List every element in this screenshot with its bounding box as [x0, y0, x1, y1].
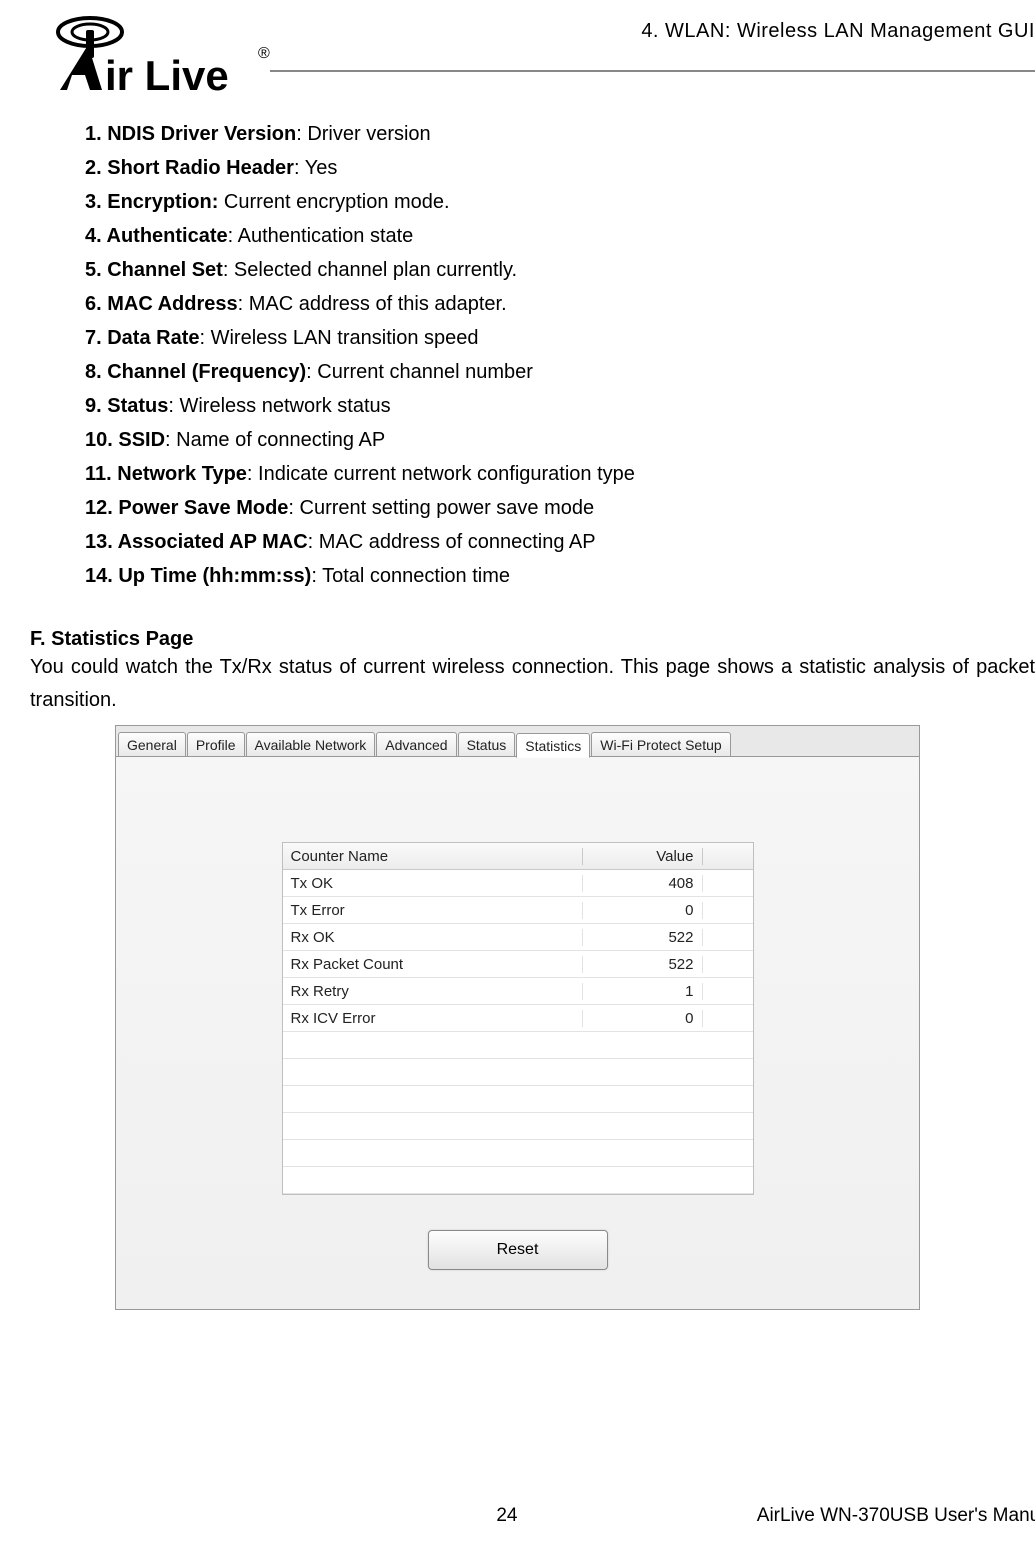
grid-row[interactable]: Rx Packet Count522: [283, 951, 753, 978]
tab-profile[interactable]: Profile: [187, 732, 245, 756]
grid-row[interactable]: Rx Retry1: [283, 978, 753, 1005]
definition-term: 11. Network Type: [85, 463, 247, 485]
definition-item: 8. Channel (Frequency): Current channel …: [85, 355, 1035, 389]
tab-status[interactable]: Status: [458, 732, 516, 756]
definition-item: 10. SSID: Name of connecting AP: [85, 423, 1035, 457]
counter-value: 522: [583, 929, 703, 946]
tab-general[interactable]: General: [118, 732, 186, 756]
definition-item: 2. Short Radio Header: Yes: [85, 151, 1035, 185]
definition-desc: : Wireless network status: [168, 395, 390, 417]
definition-desc: : MAC address of connecting AP: [308, 531, 596, 553]
definition-desc: : Selected channel plan currently.: [223, 259, 517, 281]
grid-row-empty: [283, 1113, 753, 1140]
grid-row[interactable]: Tx Error0: [283, 897, 753, 924]
definition-item: 14. Up Time (hh:mm:ss): Total connection…: [85, 559, 1035, 593]
grid-row-empty: [283, 1167, 753, 1194]
grid-row-empty: [283, 1059, 753, 1086]
reset-button[interactable]: Reset: [428, 1230, 608, 1270]
chapter-title: 4. WLAN: Wireless LAN Management GUI: [641, 10, 1035, 43]
definition-item: 5. Channel Set: Selected channel plan cu…: [85, 253, 1035, 287]
definition-item: 9. Status: Wireless network status: [85, 389, 1035, 423]
airlive-logo: ir Live ®: [30, 10, 270, 100]
grid-row-empty: [283, 1140, 753, 1167]
manual-title: AirLive WN-370USB User's Manual: [538, 1505, 1035, 1527]
definition-term: 4. Authenticate: [85, 225, 228, 247]
tab-advanced[interactable]: Advanced: [376, 732, 456, 756]
definition-item: 11. Network Type: Indicate current netwo…: [85, 457, 1035, 491]
definition-desc: : Name of connecting AP: [165, 429, 385, 451]
grid-row-empty: [283, 1032, 753, 1059]
definition-desc: : Total connection time: [311, 565, 510, 587]
section-paragraph: You could watch the Tx/Rx status of curr…: [0, 651, 1035, 717]
definition-desc: : MAC address of this adapter.: [238, 293, 507, 315]
grid-row-empty: [283, 1086, 753, 1113]
definition-item: 1. NDIS Driver Version: Driver version: [85, 117, 1035, 151]
definition-item: 7. Data Rate: Wireless LAN transition sp…: [85, 321, 1035, 355]
page-number: 24: [0, 1505, 538, 1527]
definition-term: 6. MAC Address: [85, 293, 238, 315]
svg-text:ir Live: ir Live: [105, 52, 229, 99]
definition-desc: : Current setting power save mode: [288, 497, 594, 519]
definition-desc: : Yes: [294, 157, 337, 179]
definition-term: 12. Power Save Mode: [85, 497, 288, 519]
definition-desc: : Authentication state: [228, 225, 414, 247]
definition-term: 8. Channel (Frequency): [85, 361, 306, 383]
counter-name: Rx Retry: [283, 983, 583, 1000]
counter-value: 522: [583, 956, 703, 973]
definition-item: 4. Authenticate: Authentication state: [85, 219, 1035, 253]
definition-term: 1. NDIS Driver Version: [85, 123, 296, 145]
svg-text:®: ®: [258, 45, 270, 62]
definition-item: 13. Associated AP MAC: MAC address of co…: [85, 525, 1035, 559]
counter-value: 0: [583, 902, 703, 919]
tab-wi-fi-protect-setup[interactable]: Wi-Fi Protect Setup: [591, 732, 730, 756]
definition-desc: : Driver version: [296, 123, 430, 145]
counter-value: 0: [583, 1010, 703, 1027]
grid-row[interactable]: Rx OK522: [283, 924, 753, 951]
page-content: 1. NDIS Driver Version: Driver version2.…: [0, 72, 1035, 1310]
counter-value: 1: [583, 983, 703, 1000]
definition-term: 3. Encryption:: [85, 191, 218, 213]
tab-bar: GeneralProfileAvailable NetworkAdvancedS…: [116, 726, 919, 757]
section-heading: F. Statistics Page: [0, 628, 1035, 651]
grid-row[interactable]: Rx ICV Error0: [283, 1005, 753, 1032]
counter-name: Rx Packet Count: [283, 956, 583, 973]
definition-term: 14. Up Time (hh:mm:ss): [85, 565, 311, 587]
definition-term: 10. SSID: [85, 429, 165, 451]
grid-header-name[interactable]: Counter Name: [283, 848, 583, 865]
definition-term: 13. Associated AP MAC: [85, 531, 308, 553]
definition-term: 5. Channel Set: [85, 259, 223, 281]
tab-available-network[interactable]: Available Network: [246, 732, 376, 756]
tab-statistics[interactable]: Statistics: [516, 733, 590, 758]
definition-term: 7. Data Rate: [85, 327, 200, 349]
counter-value: 408: [583, 875, 703, 892]
definition-desc: : Current channel number: [306, 361, 533, 383]
page-footer: 24 AirLive WN-370USB User's Manual: [0, 1505, 1035, 1527]
grid-row[interactable]: Tx OK408: [283, 870, 753, 897]
counter-name: Tx OK: [283, 875, 583, 892]
counter-name: Tx Error: [283, 902, 583, 919]
definition-term: 9. Status: [85, 395, 168, 417]
counter-name: Rx OK: [283, 929, 583, 946]
definition-desc: : Indicate current network configuration…: [247, 463, 635, 485]
grid-header-value[interactable]: Value: [583, 848, 703, 865]
definitions-list: 1. NDIS Driver Version: Driver version2.…: [0, 117, 1035, 593]
definition-term: 2. Short Radio Header: [85, 157, 294, 179]
definition-item: 3. Encryption: Current encryption mode.: [85, 185, 1035, 219]
definition-item: 12. Power Save Mode: Current setting pow…: [85, 491, 1035, 525]
definition-desc: Current encryption mode.: [218, 191, 449, 213]
statistics-grid: Counter NameValueTx OK408Tx Error0Rx OK5…: [282, 842, 754, 1195]
screenshot-container: GeneralProfileAvailable NetworkAdvancedS…: [115, 725, 920, 1310]
definition-item: 6. MAC Address: MAC address of this adap…: [85, 287, 1035, 321]
grid-header-row: Counter NameValue: [283, 843, 753, 870]
counter-name: Rx ICV Error: [283, 1010, 583, 1027]
statistics-dialog: GeneralProfileAvailable NetworkAdvancedS…: [115, 725, 920, 1310]
statistics-panel: Counter NameValueTx OK408Tx Error0Rx OK5…: [116, 757, 919, 1270]
definition-desc: : Wireless LAN transition speed: [200, 327, 479, 349]
